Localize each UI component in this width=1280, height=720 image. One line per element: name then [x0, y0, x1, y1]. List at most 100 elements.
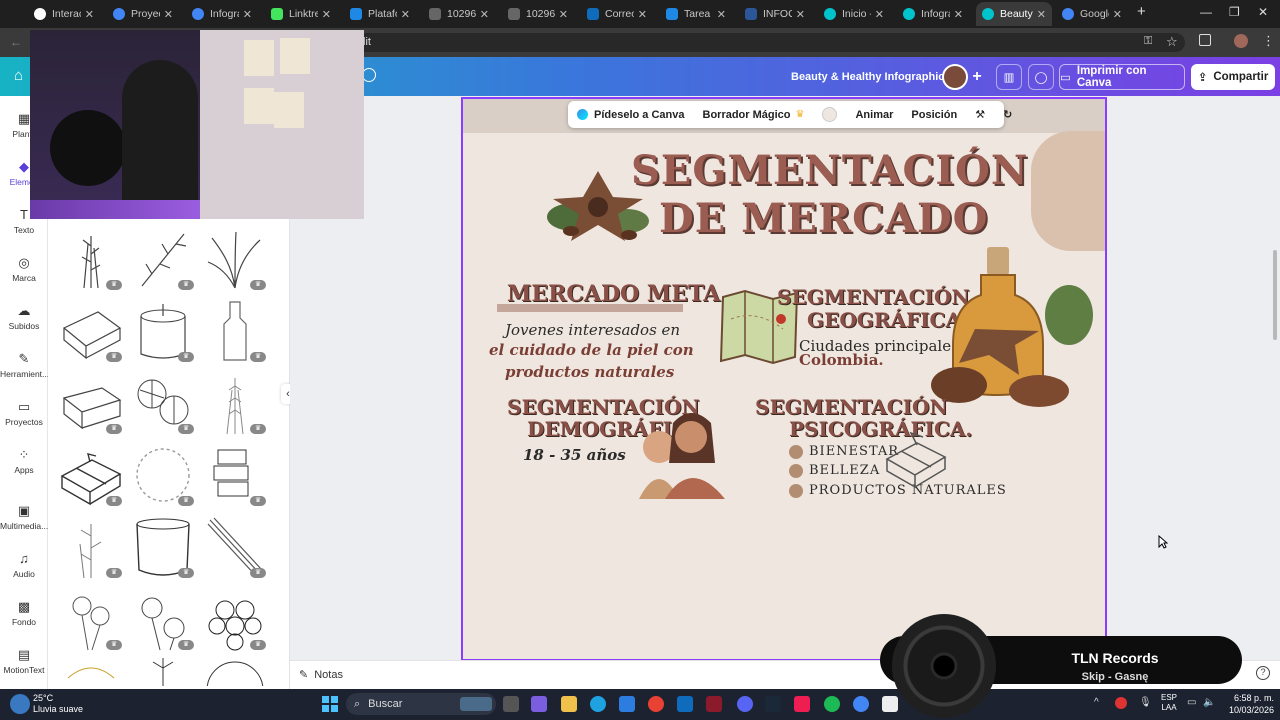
close-tab-icon[interactable]: ✕: [796, 8, 805, 21]
design-page[interactable]: SEGMENTACIÓN DE MERCADO MERCADO META Jov…: [461, 97, 1107, 661]
add-collaborator-icon[interactable]: +: [965, 64, 989, 90]
element-wildflower-sketch[interactable]: ♛: [58, 514, 124, 580]
close-window-icon[interactable]: ✕: [1258, 5, 1268, 19]
oil-bottle-illustration[interactable]: [919, 245, 1099, 417]
copy-style-paint-roller-icon[interactable]: ⚒: [966, 108, 994, 121]
sacha-inchi-seeds-illustration[interactable]: [543, 159, 653, 249]
help-icon[interactable]: ?: [1256, 666, 1270, 680]
element-shells-flowers-sketch[interactable]: ♛: [130, 370, 196, 436]
volume-icon[interactable]: 🔈: [1203, 697, 1215, 708]
comment-icon[interactable]: ◯: [1028, 64, 1054, 90]
canvas-scrollbar[interactable]: [1273, 250, 1277, 340]
outlook-icon[interactable]: [677, 696, 693, 712]
browser-tab[interactable]: Linktree✕: [265, 2, 337, 26]
browser-tab[interactable]: Infografí✕: [186, 2, 258, 26]
magic-eraser-button[interactable]: Borrador Mágico ♛: [694, 109, 814, 121]
close-tab-icon[interactable]: ✕: [717, 8, 726, 21]
edge-icon[interactable]: [590, 696, 606, 712]
browser-tab[interactable]: Correo: N✕: [581, 2, 653, 26]
browser-tab[interactable]: INFOGR✕: [739, 2, 811, 26]
element-cotton-sketch[interactable]: ♛: [58, 586, 124, 652]
title-line-2[interactable]: DE MERCADO: [659, 195, 989, 242]
browser-tab[interactable]: Interacci✕: [28, 2, 100, 26]
back-arrow-icon[interactable]: ←: [10, 35, 22, 49]
target-text-line-1[interactable]: Jovenes interesados en: [505, 321, 680, 339]
store-icon[interactable]: [619, 696, 635, 712]
clock[interactable]: 6:58 p. m. 10/03/2026: [1224, 692, 1274, 716]
teams-icon[interactable]: [531, 696, 547, 712]
language-indicator[interactable]: ESP LAA: [1161, 693, 1177, 713]
new-tab-button[interactable]: +: [1137, 3, 1146, 20]
windows-start-icon[interactable]: [322, 696, 338, 712]
close-tab-icon[interactable]: ✕: [85, 8, 94, 21]
rail-item-brand[interactable]: ◎ Marca: [0, 256, 48, 284]
discord-icon[interactable]: [737, 696, 753, 712]
position-button[interactable]: Posición: [902, 109, 966, 121]
rail-item-motiontext[interactable]: ▤ MotionText: [0, 648, 48, 676]
browser-tab[interactable]: Tarea 2✕: [660, 2, 732, 26]
close-tab-icon[interactable]: ✕: [1037, 8, 1046, 21]
key-icon[interactable]: ⚿: [1144, 35, 1152, 48]
geo-text-line-2[interactable]: Colombia.: [799, 351, 884, 369]
rail-item-projects[interactable]: ▭ Proyectos: [0, 400, 48, 428]
element-soap-bar-sketch[interactable]: ♛: [58, 298, 124, 364]
demo-age-range[interactable]: 18 - 35 años: [523, 446, 626, 464]
element-grass-sketch[interactable]: ♛: [202, 226, 268, 292]
target-market-heading[interactable]: MERCADO META: [507, 281, 720, 307]
element-citrus-sketch[interactable]: [202, 658, 268, 686]
women-illustration[interactable]: [625, 403, 731, 499]
color-swatch-button[interactable]: [813, 107, 846, 122]
browser-tab[interactable]: Proyecto✕: [107, 2, 179, 26]
taskbar-search[interactable]: ⌕ Buscar: [346, 693, 496, 715]
more-menu-icon[interactable]: ⋮: [1262, 33, 1275, 49]
wrapped-soap-illustration[interactable]: [883, 429, 949, 489]
close-tab-icon[interactable]: ✕: [638, 8, 647, 21]
rail-item-background[interactable]: ▩ Fondo: [0, 600, 48, 628]
more-options-icon[interactable]: ↻: [994, 108, 1021, 121]
close-tab-icon[interactable]: ✕: [322, 8, 331, 21]
weather-icon[interactable]: [10, 694, 30, 714]
browser-tab[interactable]: 1029680✕: [502, 2, 574, 26]
steam-icon[interactable]: [765, 696, 781, 712]
psy-heading-line-1[interactable]: SEGMENTACIÓN: [755, 395, 948, 419]
target-text-line-2[interactable]: el cuidado de la piel con: [489, 341, 694, 359]
chrome-icon[interactable]: [648, 696, 664, 712]
element-branch-sketch[interactable]: ♛: [130, 226, 196, 292]
title-line-1[interactable]: SEGMENTACIÓN: [631, 147, 1028, 194]
element-bee-sketch[interactable]: [58, 658, 124, 686]
element-grapes-sketch[interactable]: ♛: [202, 586, 268, 652]
rail-item-uploads[interactable]: ☁ Subidos: [0, 304, 48, 332]
insights-chart-icon[interactable]: ▥: [996, 64, 1022, 90]
tiktok-icon[interactable]: [794, 696, 810, 712]
restore-icon[interactable]: ❐: [1229, 5, 1240, 19]
app-icon[interactable]: [706, 696, 722, 712]
rail-item-apps[interactable]: ⁘ Apps: [0, 448, 48, 476]
file-explorer-icon[interactable]: [561, 696, 577, 712]
close-tab-icon[interactable]: ✕: [559, 8, 568, 21]
animate-button[interactable]: Animar: [846, 109, 902, 121]
element-plant-sketch[interactable]: [130, 658, 196, 686]
app-icon[interactable]: [882, 696, 898, 712]
bookmark-star-icon[interactable]: ☆: [1166, 34, 1178, 50]
rail-item-media[interactable]: ▣ Multimedia...: [0, 504, 48, 532]
spotify-icon[interactable]: [824, 696, 840, 712]
element-blossom-sketch[interactable]: ♛: [130, 586, 196, 652]
element-dropper-bottle-sketch[interactable]: ♛: [202, 298, 268, 364]
minimize-icon[interactable]: —: [1200, 5, 1212, 19]
browser-tab[interactable]: Google✕: [1056, 2, 1128, 26]
close-tab-icon[interactable]: ✕: [954, 8, 963, 21]
element-soap-block-sketch[interactable]: ♛: [58, 370, 124, 436]
target-text-line-3[interactable]: productos naturales: [505, 363, 674, 381]
browser-tab[interactable]: Infografí✕: [897, 2, 969, 26]
browser-tab[interactable]: 1029680✕: [423, 2, 495, 26]
url-input[interactable]: lit: [335, 33, 1185, 52]
close-tab-icon[interactable]: ✕: [480, 8, 489, 21]
browser-tab[interactable]: Platafor✕: [344, 2, 416, 26]
print-with-canva-button[interactable]: ▭ Imprimir con Canva: [1059, 64, 1185, 90]
close-tab-icon[interactable]: ✕: [164, 8, 173, 21]
network-icon[interactable]: ▭: [1187, 697, 1196, 708]
element-floral-wreath-sketch[interactable]: ♛: [130, 442, 196, 508]
close-tab-icon[interactable]: ✕: [243, 8, 252, 21]
notes-button[interactable]: ✎ Notas: [299, 668, 343, 682]
element-candle-jar-sketch[interactable]: ♛: [130, 298, 196, 364]
